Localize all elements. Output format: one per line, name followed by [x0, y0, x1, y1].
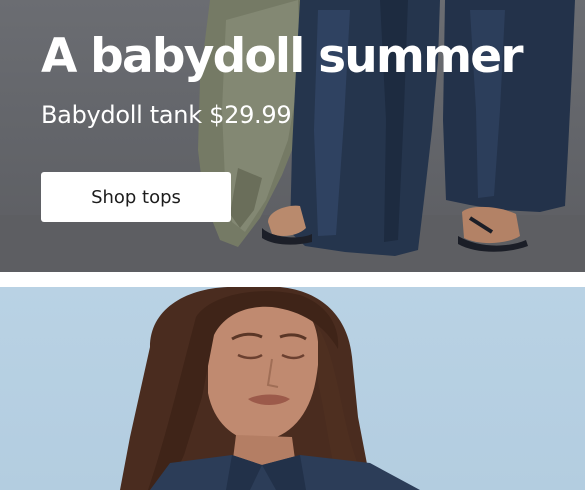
hero-copy: A babydoll summer Babydoll tank $29.99	[41, 26, 524, 131]
shop-tops-button[interactable]: Shop tops	[41, 172, 231, 222]
promo-photo	[120, 287, 420, 490]
hero-subtitle: Babydoll tank $29.99	[41, 101, 292, 129]
hero-title: A babydoll summer	[41, 29, 524, 84]
hero-banner[interactable]: A babydoll summer Babydoll tank $29.99 S…	[0, 0, 585, 272]
promo-banner[interactable]	[0, 287, 585, 490]
